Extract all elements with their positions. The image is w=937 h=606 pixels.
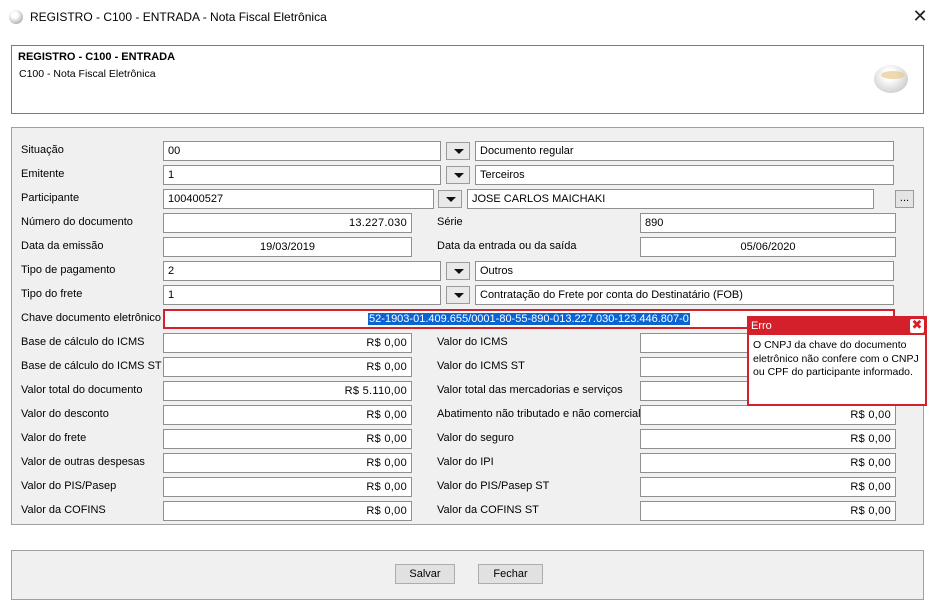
value-field[interactable]: R$ 0,00 bbox=[163, 501, 412, 521]
value-field[interactable]: R$ 0,00 bbox=[163, 357, 412, 377]
value-field[interactable]: R$ 0,00 bbox=[163, 477, 412, 497]
value-field[interactable]: R$ 0,00 bbox=[640, 477, 896, 497]
error-popup: Erro ✖ O CNPJ da chave do documento elet… bbox=[747, 316, 927, 406]
value-label: Valor do ICMS bbox=[437, 336, 508, 348]
value-label: Base de cálculo do ICMS bbox=[21, 336, 145, 348]
value-label: Valor do IPI bbox=[437, 456, 494, 468]
participante-dropdown-button[interactable] bbox=[438, 190, 462, 208]
emitente-description-field: Terceiros bbox=[475, 165, 894, 185]
value-label: Valor do desconto bbox=[21, 408, 109, 420]
value-label: Valor da COFINS bbox=[21, 504, 106, 516]
tipo-frete-code-field[interactable]: 1 bbox=[163, 285, 441, 305]
header-box: REGISTRO - C100 - ENTRADA C100 - Nota Fi… bbox=[11, 45, 924, 114]
data-entrada-saida-field[interactable]: 05/06/2020 bbox=[640, 237, 896, 257]
value-label: Valor do seguro bbox=[437, 432, 514, 444]
participante-lookup-button[interactable]: ... bbox=[895, 190, 914, 208]
value-field[interactable]: R$ 0,00 bbox=[640, 429, 896, 449]
header-subtitle: C100 - Nota Fiscal Eletrônica bbox=[19, 68, 156, 80]
value-label: Valor total do documento bbox=[21, 384, 143, 396]
chave-label: Chave documento eletrônico bbox=[21, 312, 162, 324]
numero-documento-field[interactable]: 13.227.030 bbox=[163, 213, 412, 233]
value-label: Valor do PIS/Pasep ST bbox=[437, 480, 550, 492]
chevron-down-icon bbox=[454, 149, 464, 154]
value-field[interactable]: R$ 0,00 bbox=[640, 405, 896, 425]
tipo-frete-dropdown-button[interactable] bbox=[446, 286, 470, 304]
value-label: Valor do PIS/Pasep bbox=[21, 480, 117, 492]
tipo-frete-description-field: Contratação do Frete por conta do Destin… bbox=[475, 285, 894, 305]
value-field[interactable]: R$ 0,00 bbox=[163, 453, 412, 473]
value-label: Valor total das mercadorias e serviços bbox=[437, 384, 623, 396]
emitente-label: Emitente bbox=[21, 168, 65, 180]
error-title: Erro bbox=[749, 318, 925, 335]
situacao-code-field[interactable]: 00 bbox=[163, 141, 441, 161]
fechar-button[interactable]: Fechar bbox=[478, 564, 543, 584]
emitente-dropdown-button[interactable] bbox=[446, 166, 470, 184]
button-panel: Salvar Fechar bbox=[11, 550, 924, 600]
tipo-pagamento-label: Tipo de pagamento bbox=[21, 264, 116, 276]
value-label: Valor do ICMS ST bbox=[437, 360, 525, 372]
serie-field[interactable]: 890 bbox=[640, 213, 896, 233]
window-title: REGISTRO - C100 - ENTRADA - Nota Fiscal … bbox=[30, 10, 327, 24]
tipo-pagamento-code-field[interactable]: 2 bbox=[163, 261, 441, 281]
value-label: Base de cálculo do ICMS ST bbox=[21, 360, 162, 372]
data-entrada-saida-label: Data da entrada ou da saída bbox=[437, 240, 577, 252]
chevron-down-icon bbox=[454, 173, 464, 178]
globe-logo-icon bbox=[871, 61, 911, 97]
chave-selected-text: 52-1903-01.409.655/0001-80-55-890-013.22… bbox=[368, 313, 690, 325]
close-window-icon[interactable]: ✕ bbox=[908, 7, 932, 29]
value-label: Valor de outras despesas bbox=[21, 456, 145, 468]
tipo-pagamento-description-field: Outros bbox=[475, 261, 894, 281]
value-label: Abatimento não tributado e não comercial bbox=[437, 408, 641, 420]
chevron-down-icon bbox=[454, 293, 464, 298]
situacao-description-field: Documento regular bbox=[475, 141, 894, 161]
save-button[interactable]: Salvar bbox=[395, 564, 455, 584]
participante-code-field[interactable]: 100400527 bbox=[163, 189, 434, 209]
tipo-pagamento-dropdown-button[interactable] bbox=[446, 262, 470, 280]
situacao-label: Situação bbox=[21, 144, 64, 156]
numero-documento-label: Número do documento bbox=[21, 216, 133, 228]
serie-label: Série bbox=[437, 216, 463, 228]
error-close-icon[interactable]: ✖ bbox=[910, 319, 924, 333]
chevron-down-icon bbox=[454, 269, 464, 274]
value-label: Valor da COFINS ST bbox=[437, 504, 539, 516]
tipo-frete-label: Tipo do frete bbox=[21, 288, 83, 300]
title-bar: REGISTRO - C100 - ENTRADA - Nota Fiscal … bbox=[0, 0, 937, 36]
value-field[interactable]: R$ 5.110,00 bbox=[163, 381, 412, 401]
participante-label: Participante bbox=[21, 192, 80, 204]
participante-description-field: JOSE CARLOS MAICHAKI bbox=[467, 189, 874, 209]
situacao-dropdown-button[interactable] bbox=[446, 142, 470, 160]
value-label: Valor do frete bbox=[21, 432, 87, 444]
chevron-down-icon bbox=[446, 197, 456, 202]
value-field[interactable]: R$ 0,00 bbox=[640, 453, 896, 473]
value-field[interactable]: R$ 0,00 bbox=[640, 501, 896, 521]
value-field[interactable]: R$ 0,00 bbox=[163, 333, 412, 353]
header-title: REGISTRO - C100 - ENTRADA bbox=[18, 51, 176, 63]
data-emissao-field[interactable]: 19/03/2019 bbox=[163, 237, 412, 257]
value-field[interactable]: R$ 0,00 bbox=[163, 429, 412, 449]
emitente-code-field[interactable]: 1 bbox=[163, 165, 441, 185]
data-emissao-label: Data da emissão bbox=[21, 240, 104, 252]
value-field[interactable]: R$ 0,00 bbox=[163, 405, 412, 425]
app-icon bbox=[9, 10, 23, 24]
error-message: O CNPJ da chave do documento eletrônico … bbox=[753, 339, 919, 378]
